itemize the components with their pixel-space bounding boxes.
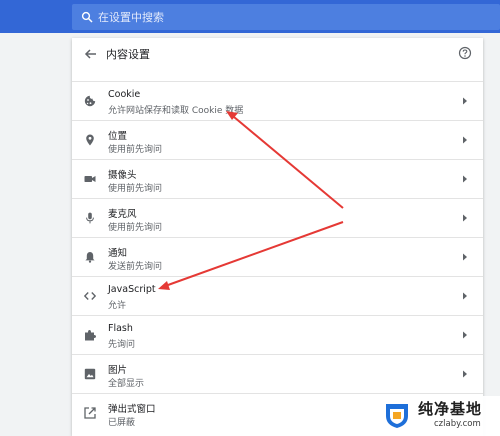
cookie-icon bbox=[84, 95, 96, 107]
setting-label: Flash bbox=[108, 323, 133, 334]
setting-label: 位置 bbox=[108, 131, 128, 142]
setting-row-cookie[interactable]: Cookie 允许网站保存和读取 Cookie 数据 bbox=[72, 81, 483, 120]
popup-icon bbox=[84, 407, 96, 419]
setting-description: 已屏蔽 bbox=[108, 418, 136, 428]
watermark-logo-icon bbox=[386, 404, 408, 428]
setting-row-notifications[interactable]: 通知 发送前先询问 bbox=[72, 237, 483, 276]
setting-row-javascript[interactable]: JavaScript 允许 bbox=[72, 276, 483, 315]
setting-description: 全部显示 bbox=[108, 379, 145, 389]
location-icon bbox=[86, 134, 94, 146]
code-icon bbox=[84, 292, 96, 300]
setting-description: 允许网站保存和读取 Cookie 数据 bbox=[108, 106, 244, 116]
page-title: 内容设置 bbox=[106, 48, 150, 61]
chevron-right-icon bbox=[463, 136, 467, 144]
chevron-right-icon bbox=[463, 97, 467, 105]
search-icon bbox=[81, 11, 93, 23]
setting-label: 通知 bbox=[108, 248, 128, 259]
search-input[interactable] bbox=[98, 7, 478, 27]
chevron-right-icon bbox=[463, 253, 467, 261]
setting-description: 允许 bbox=[108, 301, 127, 311]
content-settings-card: 内容设置 Cookie 允许网站保存和读取 Cookie 数据 位置 使用前先询… bbox=[72, 38, 483, 436]
setting-description: 先询问 bbox=[108, 340, 136, 350]
search-box[interactable] bbox=[72, 4, 500, 30]
setting-row-images[interactable]: 图片 全部显示 bbox=[72, 354, 483, 393]
help-icon[interactable] bbox=[458, 46, 472, 60]
setting-row-location[interactable]: 位置 使用前先询问 bbox=[72, 120, 483, 159]
chevron-right-icon bbox=[463, 175, 467, 183]
setting-row-microphone[interactable]: 麦克风 使用前先询问 bbox=[72, 198, 483, 237]
chevron-right-icon bbox=[463, 370, 467, 378]
watermark: 纯净基地 czlaby.com bbox=[378, 396, 500, 436]
setting-row-flash[interactable]: Flash 先询问 bbox=[72, 315, 483, 354]
chevron-right-icon bbox=[463, 292, 467, 300]
setting-label: 图片 bbox=[108, 365, 128, 376]
setting-description: 使用前先询问 bbox=[108, 223, 163, 233]
chevron-right-icon bbox=[463, 214, 467, 222]
chevron-right-icon bbox=[463, 331, 467, 339]
setting-description: 使用前先询问 bbox=[108, 184, 163, 194]
puzzle-icon bbox=[85, 330, 96, 341]
setting-label: 弹出式窗口 bbox=[108, 404, 156, 415]
notification-icon bbox=[85, 252, 95, 263]
back-arrow-icon[interactable] bbox=[84, 47, 98, 61]
image-icon bbox=[84, 368, 96, 380]
setting-description: 发送前先询问 bbox=[108, 262, 163, 272]
setting-label: 麦克风 bbox=[108, 209, 137, 220]
watermark-url: czlaby.com bbox=[434, 419, 481, 429]
setting-label: JavaScript bbox=[108, 284, 156, 295]
setting-label: 摄像头 bbox=[108, 170, 137, 181]
top-app-bar bbox=[0, 0, 500, 33]
watermark-title: 纯净基地 bbox=[418, 400, 483, 418]
microphone-icon bbox=[86, 212, 94, 224]
setting-description: 使用前先询问 bbox=[108, 145, 163, 155]
card-header: 内容设置 bbox=[72, 38, 483, 70]
camera-icon bbox=[84, 176, 96, 182]
setting-label: Cookie bbox=[108, 89, 141, 100]
settings-list: Cookie 允许网站保存和读取 Cookie 数据 位置 使用前先询问 摄像头… bbox=[72, 81, 483, 432]
setting-row-camera[interactable]: 摄像头 使用前先询问 bbox=[72, 159, 483, 198]
